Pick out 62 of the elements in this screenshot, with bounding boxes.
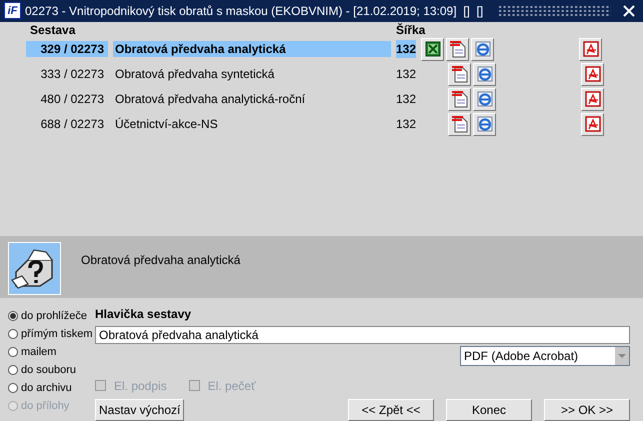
report-description: Obratová předvaha analytická [81, 252, 240, 269]
export-button[interactable] [446, 38, 469, 61]
export-button[interactable] [579, 38, 602, 61]
radio-label[interactable]: přímým tiskem [21, 326, 92, 342]
close-icon[interactable] [623, 4, 635, 17]
browser-icon [474, 40, 492, 58]
spreadsheet-icon [424, 41, 440, 58]
radio-label[interactable]: mailem [21, 344, 56, 360]
report-code[interactable]: 688 / 02273 [26, 116, 108, 132]
format-dropdown[interactable]: PDF (Adobe Acrobat) [460, 346, 630, 366]
browser-icon [476, 115, 494, 134]
report-width: 132 [396, 116, 416, 134]
radio-button[interactable] [8, 364, 18, 375]
export-button[interactable] [421, 38, 444, 61]
report-name[interactable]: Účetnictví-akce-NS [113, 116, 391, 132]
column-header: Šířka [396, 22, 426, 39]
radio-button[interactable] [8, 382, 18, 393]
window-title: 02273 - Vnitropodnikový tisk obratů s maskou (EKOBVNIM) - [21.02.2019; 13:09] [] [] [25, 2, 484, 20]
report-name[interactable]: Obratová předvaha syntetická [113, 66, 391, 82]
column-header: Sestava [30, 22, 76, 39]
export-button[interactable] [471, 38, 494, 61]
dialog-button[interactable]: Konec [446, 398, 532, 421]
radio-button[interactable] [8, 328, 18, 339]
radio-button[interactable] [8, 346, 18, 357]
dialog-button[interactable]: << Zpět << [348, 398, 434, 421]
text-file-icon [448, 40, 466, 58]
radio-button[interactable] [8, 310, 18, 321]
report-code[interactable]: 480 / 02273 [26, 91, 108, 108]
export-button[interactable] [581, 112, 604, 136]
app-logo: iF [4, 2, 21, 20]
text-file-icon [450, 65, 468, 84]
header-input-field[interactable]: Obratová předvaha analytická [95, 326, 630, 344]
radio-label[interactable]: do archivu [21, 380, 72, 396]
browser-icon [476, 65, 494, 84]
radio-label[interactable]: do prohlížeče [21, 308, 88, 324]
export-button[interactable] [473, 112, 496, 136]
report-code[interactable]: 329 / 02273 [26, 41, 108, 58]
pdf-icon [582, 40, 600, 58]
header-label: Hlavička sestavy [95, 306, 192, 321]
report-width: 132 [396, 40, 416, 58]
report-name[interactable]: Obratová předvaha analytická-roční [113, 91, 391, 108]
report-width: 132 [396, 66, 416, 84]
printer-icon [8, 242, 61, 295]
set-default-button[interactable]: Nastav výchozí [95, 398, 184, 421]
radio-label[interactable]: do souboru [21, 362, 76, 378]
dialog-button[interactable]: >> OK >> [544, 398, 630, 421]
export-button[interactable] [448, 112, 471, 136]
browser-icon [476, 90, 494, 108]
text-file-icon [450, 90, 468, 108]
export-button[interactable] [448, 62, 471, 86]
export-button[interactable] [473, 62, 496, 86]
text-file-icon [450, 115, 468, 134]
report-width: 132 [396, 91, 416, 108]
export-button[interactable] [448, 88, 471, 111]
pdf-icon [584, 115, 602, 134]
export-button[interactable] [473, 88, 496, 111]
export-button[interactable] [581, 62, 604, 86]
pdf-icon [584, 65, 602, 84]
report-name[interactable]: Obratová předvaha analytická [113, 41, 391, 58]
report-code[interactable]: 333 / 02273 [26, 66, 108, 82]
export-button[interactable] [581, 88, 604, 111]
pdf-icon [584, 90, 602, 108]
